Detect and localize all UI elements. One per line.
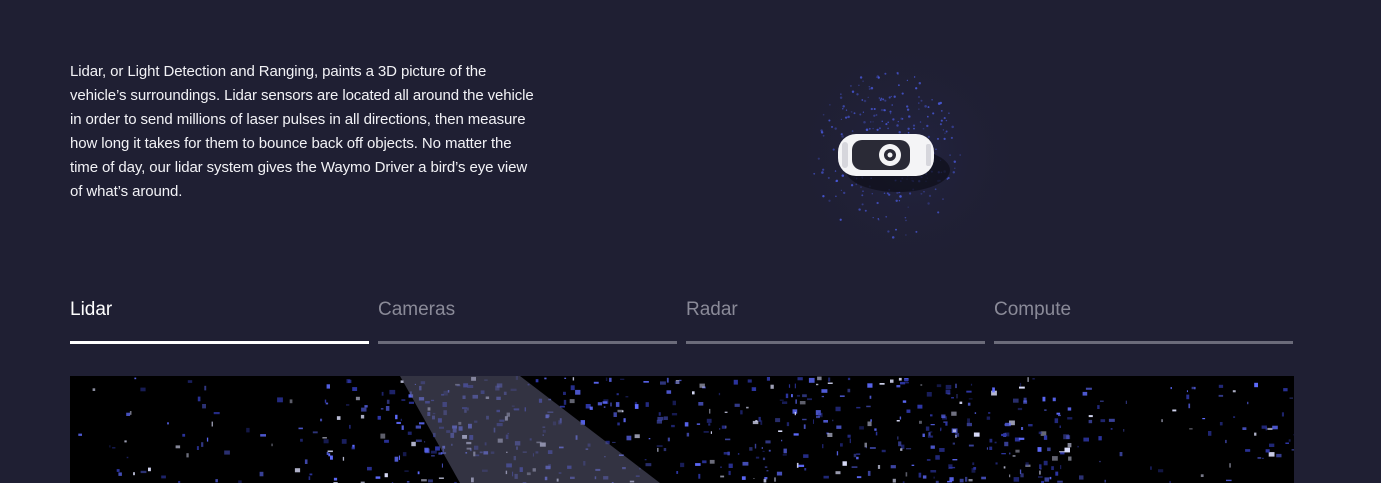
tab-compute-label: Compute bbox=[994, 299, 1072, 320]
tab-compute-progress-bar bbox=[994, 341, 1293, 344]
tab-radar-label: Radar bbox=[686, 299, 738, 320]
point-cloud-points bbox=[78, 376, 1294, 483]
tab-lidar-progress-bar bbox=[70, 341, 369, 344]
tab-radar[interactable]: Radar bbox=[686, 296, 985, 344]
tab-compute[interactable]: Compute bbox=[994, 296, 1293, 344]
tab-lidar[interactable]: Lidar bbox=[70, 296, 369, 344]
lidar-point-cloud-image bbox=[78, 376, 1294, 483]
tab-cameras-progress-bar bbox=[378, 341, 677, 344]
lidar-car-illustration bbox=[790, 38, 1026, 274]
sensor-description: Lidar, or Light Detection and Ranging, p… bbox=[70, 63, 534, 200]
tab-cameras[interactable]: Cameras bbox=[378, 296, 677, 344]
lidar-car-visual bbox=[780, 30, 1060, 274]
tab-cameras-label: Cameras bbox=[378, 299, 456, 320]
road-stairs bbox=[400, 376, 660, 483]
tab-radar-progress-bar bbox=[686, 341, 985, 344]
lidar-point-cloud-video[interactable] bbox=[70, 376, 1294, 483]
tab-lidar-label: Lidar bbox=[70, 299, 113, 320]
sensor-tabs: Lidar Cameras Radar Compute bbox=[70, 296, 1294, 346]
car-icon bbox=[838, 134, 934, 176]
